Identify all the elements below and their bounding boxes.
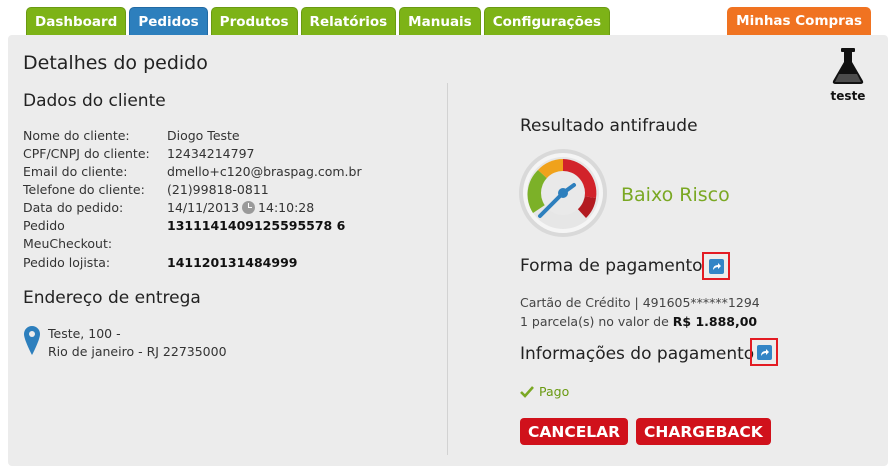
shipping-section-title: Endereço de entrega <box>23 288 201 308</box>
field-label: Email do cliente: <box>23 164 128 179</box>
field-label: Pedido lojista: <box>23 255 111 270</box>
check-icon <box>520 385 534 398</box>
payment-status-label: Pago <box>539 384 570 399</box>
antifraud-section-title: Resultado antifraude <box>520 116 698 136</box>
address-line-2: Rio de janeiro - RJ 22735000 <box>48 344 227 359</box>
page-title: Detalhes do pedido <box>23 52 208 74</box>
field-label: CPF/CNPJ do cliente: <box>23 146 150 161</box>
tab-dashboard[interactable]: Dashboard <box>26 7 127 35</box>
tab-produtos[interactable]: Produtos <box>210 7 298 35</box>
order-time: 14:10:28 <box>258 200 315 215</box>
column-divider <box>447 83 448 455</box>
field-label: Telefone do cliente: <box>23 182 145 197</box>
field-label: MeuCheckout: <box>23 236 113 251</box>
risk-gauge-icon <box>519 149 607 237</box>
installments-amount: R$ 1.888,00 <box>672 314 758 329</box>
field-value: 141120131484999 <box>167 255 298 270</box>
payment-card-info: Cartão de Crédito | 491605******1294 <box>520 295 760 310</box>
field-value: 1311141409125595578 6 <box>167 218 346 233</box>
tab-configuracoes[interactable]: Configurações <box>483 7 611 35</box>
field-value: 12434214797 <box>167 146 255 161</box>
cancel-button[interactable]: CANCELAR <box>520 418 629 445</box>
payment-status: Pago <box>520 384 569 399</box>
installments-prefix: 1 parcela(s) no valor de <box>520 314 669 329</box>
antifraud-result: Baixo Risco <box>621 184 730 206</box>
environment-badge: teste <box>828 47 868 103</box>
clock-icon <box>242 201 256 214</box>
field-label: Pedido <box>23 218 65 233</box>
field-value: Diogo Teste <box>167 128 240 143</box>
payment-info-link-button[interactable] <box>750 338 778 366</box>
address-line-1: Teste, 100 - <box>48 326 121 341</box>
field-value: (21)99818-0811 <box>167 182 269 197</box>
tab-manuais[interactable]: Manuais <box>399 7 481 35</box>
field-value: dmello+c120@braspag.com.br <box>167 164 362 179</box>
payment-method-link-button[interactable] <box>702 252 730 280</box>
main-nav: Dashboard Pedidos Produtos Relatórios Ma… <box>26 7 611 35</box>
payment-info-title: Informações do pagamento <box>520 344 755 364</box>
chargeback-button[interactable]: CHARGEBACK <box>636 418 771 445</box>
tab-minhas-compras[interactable]: Minhas Compras <box>727 7 871 35</box>
order-details-panel: Detalhes do pedido teste Dados do client… <box>8 35 888 466</box>
order-date: 14/11/2013 <box>167 200 240 215</box>
field-value: 14/11/2013 14:10:28 <box>167 200 314 215</box>
flask-icon <box>832 48 864 84</box>
tab-relatorios[interactable]: Relatórios <box>300 7 397 35</box>
tab-pedidos[interactable]: Pedidos <box>129 7 208 35</box>
payment-method-title: Forma de pagamento <box>520 256 703 276</box>
environment-label: teste <box>830 89 866 103</box>
field-label: Nome do cliente: <box>23 128 130 143</box>
payment-installments: 1 parcela(s) no valor de R$ 1.888,00 <box>520 314 757 329</box>
external-link-icon <box>756 344 772 360</box>
external-link-icon <box>708 258 724 274</box>
customer-section-title: Dados do cliente <box>23 91 166 111</box>
field-label: Data do pedido: <box>23 200 124 215</box>
location-pin-icon <box>24 326 40 355</box>
